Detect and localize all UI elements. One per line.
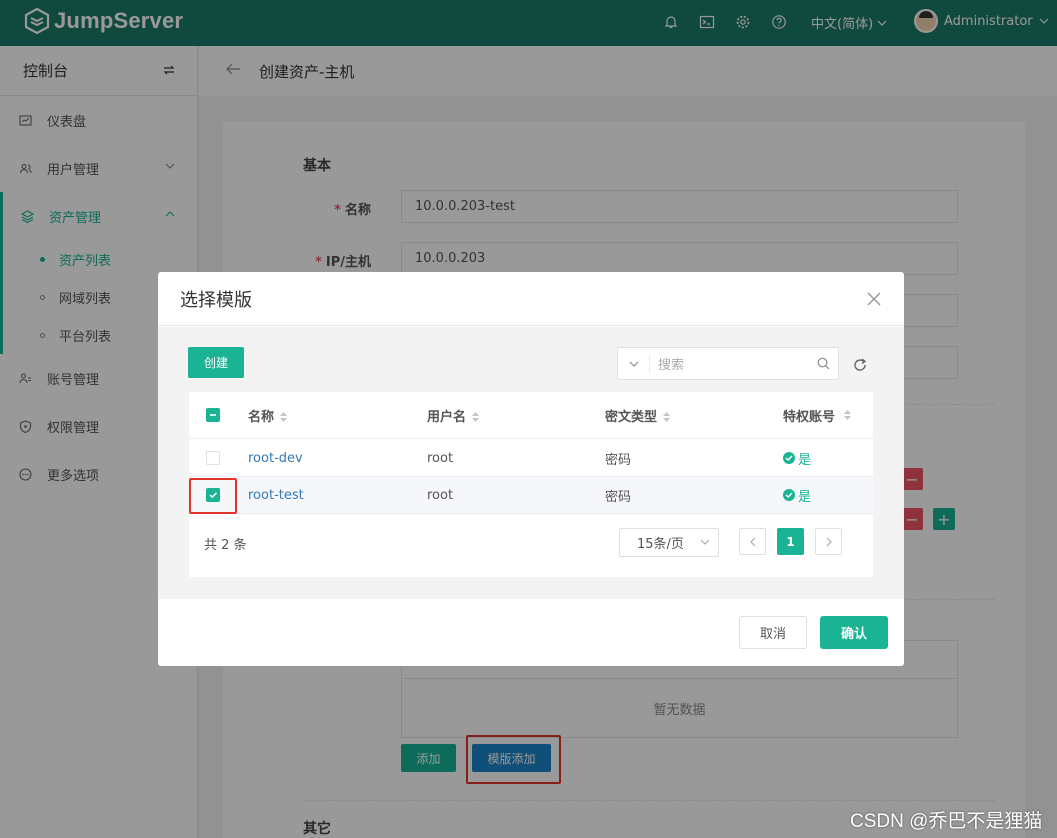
chevron-down-icon[interactable]: [618, 353, 650, 374]
dialog-title: 选择模版: [180, 289, 252, 311]
template-name-link[interactable]: root-test: [248, 488, 304, 503]
username-cell: root: [427, 450, 454, 466]
row-checkbox[interactable]: [206, 451, 220, 465]
highlight-box: [189, 478, 237, 514]
create-template-button[interactable]: 创建: [188, 347, 244, 378]
table-header-row: 名称 用户名 密文类型 特权账号: [189, 392, 873, 439]
secret-type-cell: 密码: [605, 489, 632, 505]
total-count: 共 2 条: [204, 538, 247, 553]
select-template-dialog: 选择模版 创建 搜索 名称 用户名 密文类型 特权账号 root-dev roo…: [158, 272, 904, 666]
sort-icon: [472, 412, 480, 422]
sort-icon: [663, 412, 671, 422]
check-circle-icon: [783, 452, 795, 464]
column-header-secret-type[interactable]: 密文类型: [605, 406, 671, 425]
check-circle-icon: [783, 489, 795, 501]
chevron-right-icon: [826, 537, 832, 546]
chevron-down-icon: [700, 539, 710, 545]
select-all-checkbox[interactable]: [206, 408, 220, 422]
privileged-cell: 是: [783, 486, 811, 505]
column-header-username[interactable]: 用户名: [427, 406, 480, 425]
table-row[interactable]: root-test root 密码 是: [189, 477, 873, 514]
chevron-left-icon: [749, 537, 755, 546]
page-size-select[interactable]: 15条/页: [619, 528, 719, 557]
dialog-header: 选择模版: [158, 272, 904, 326]
close-icon[interactable]: [866, 291, 882, 307]
next-page-button[interactable]: [815, 528, 842, 555]
column-header-privileged[interactable]: 特权账号: [783, 406, 852, 425]
confirm-button[interactable]: 确认: [820, 616, 888, 649]
username-cell: root: [427, 487, 454, 503]
refresh-icon[interactable]: [852, 357, 868, 373]
template-table: 名称 用户名 密文类型 特权账号 root-dev root 密码 是 root…: [189, 392, 873, 577]
cancel-button[interactable]: 取消: [739, 616, 807, 649]
prev-page-button[interactable]: [739, 528, 766, 555]
secret-type-cell: 密码: [605, 452, 632, 468]
sort-icon: [280, 412, 288, 422]
search-input[interactable]: 搜索: [617, 347, 839, 380]
search-placeholder: 搜索: [658, 358, 685, 373]
search-icon[interactable]: [808, 357, 838, 370]
template-name-link[interactable]: root-dev: [248, 451, 303, 466]
page-number-current[interactable]: 1: [777, 528, 804, 555]
dialog-body: 创建 搜索 名称 用户名 密文类型 特权账号 root-dev root 密码: [158, 327, 904, 599]
table-row[interactable]: root-dev root 密码 是: [189, 440, 873, 477]
watermark: CSDN @乔巴不是狸猫: [850, 811, 1043, 832]
column-header-name[interactable]: 名称: [248, 406, 288, 425]
sort-icon: [844, 410, 852, 420]
privileged-cell: 是: [783, 449, 811, 468]
